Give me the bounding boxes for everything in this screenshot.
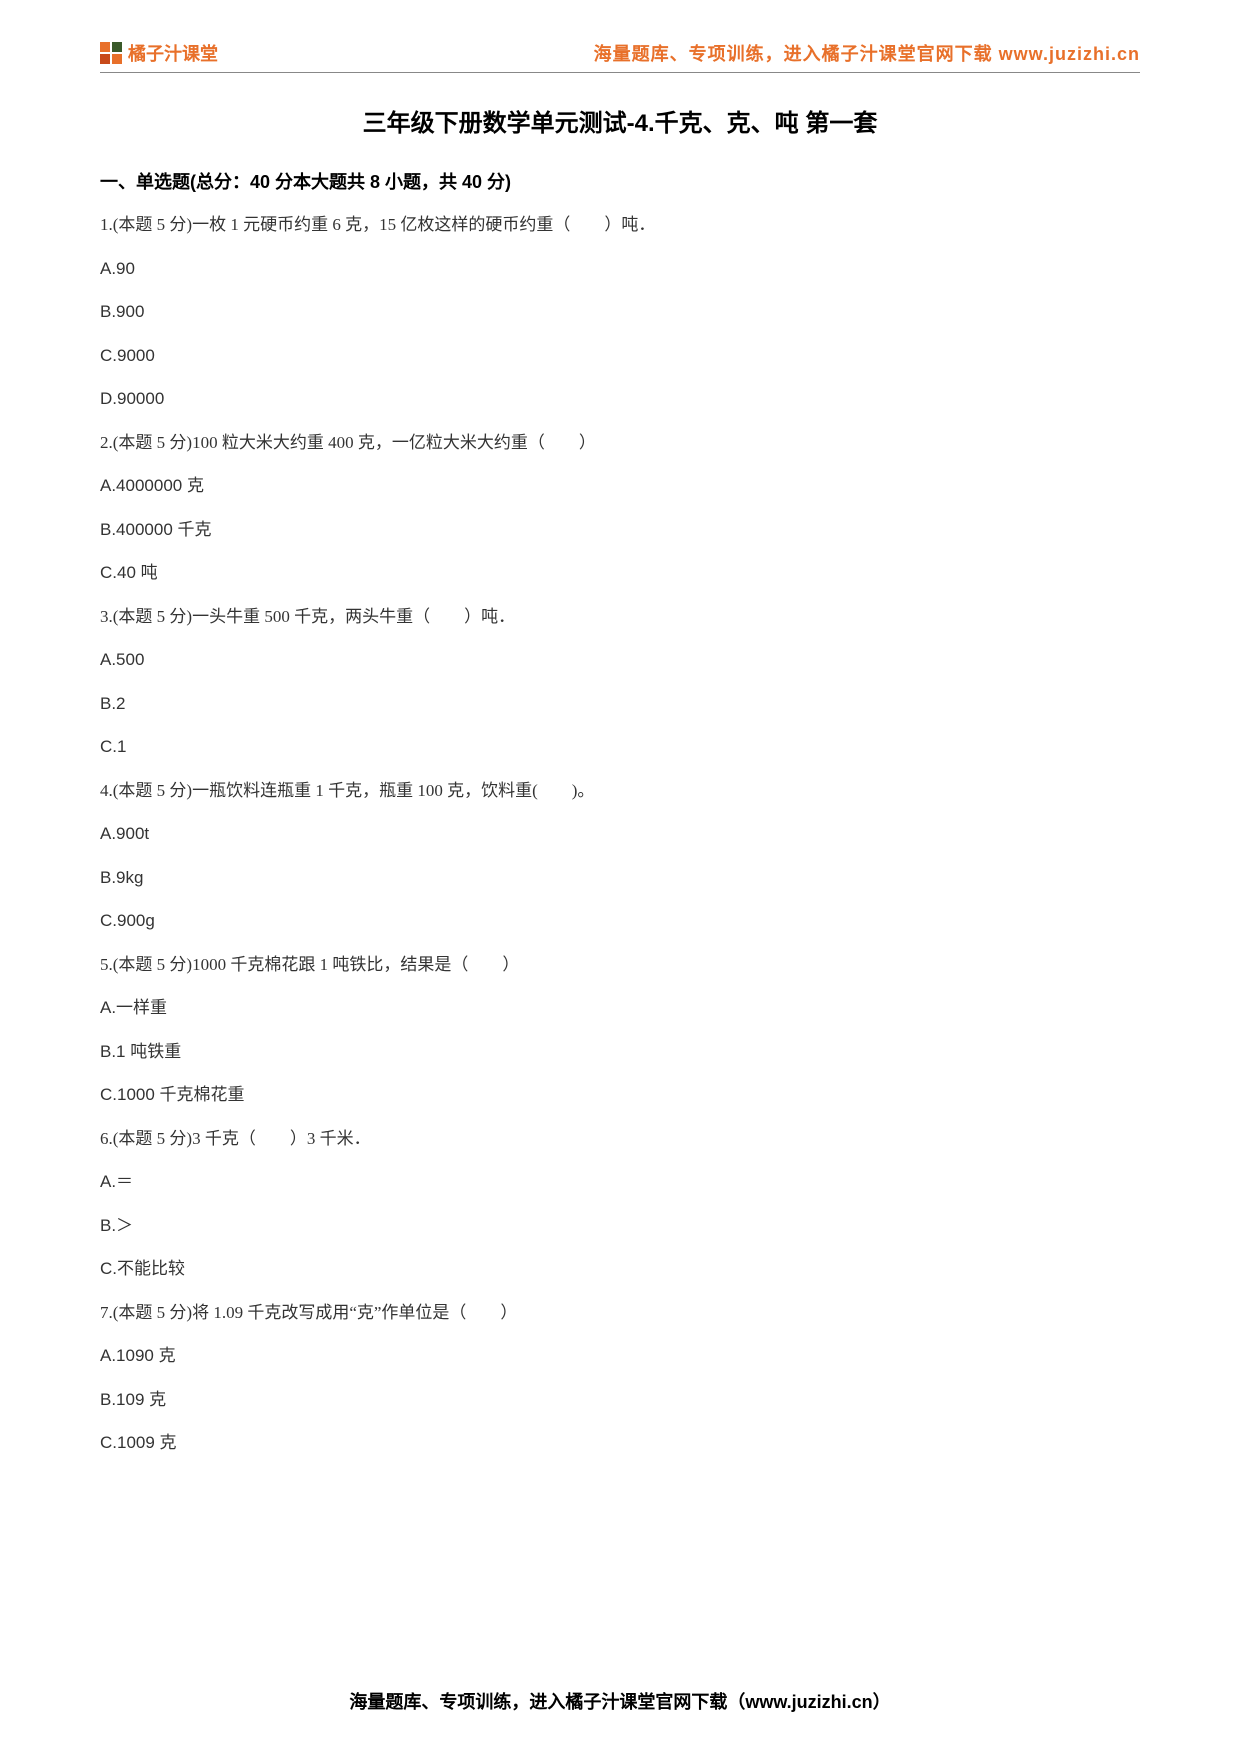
question-option: A.＝ [100, 1169, 1140, 1195]
question-option: C.不能比较 [100, 1256, 1140, 1282]
questions-container: 1.(本题 5 分)一枚 1 元硬币约重 6 克，15 亿枚这样的硬币约重（ ）… [100, 212, 1140, 1456]
question-option: C.1009 克 [100, 1430, 1140, 1456]
question-text: 6.(本题 5 分)3 千克（ ）3 千米． [100, 1126, 1140, 1152]
question-option: A.1090 克 [100, 1343, 1140, 1369]
question-option: B.400000 千克 [100, 517, 1140, 543]
logo-icon [100, 42, 122, 64]
question-option: B.2 [100, 691, 1140, 717]
question-option: C.40 吨 [100, 560, 1140, 586]
question-option: A.90 [100, 256, 1140, 282]
logo-section: 橘子汁课堂 [100, 40, 218, 66]
question-text: 3.(本题 5 分)一头牛重 500 千克，两头牛重（ ）吨． [100, 604, 1140, 630]
question-option: C.1 [100, 734, 1140, 760]
question-option: C.9000 [100, 343, 1140, 369]
question-option: D.90000 [100, 386, 1140, 412]
question-option: B.9kg [100, 865, 1140, 891]
logo-text: 橘子汁课堂 [128, 40, 218, 66]
question-text: 2.(本题 5 分)100 粒大米大约重 400 克，一亿粒大米大约重（ ） [100, 430, 1140, 456]
question-text: 1.(本题 5 分)一枚 1 元硬币约重 6 克，15 亿枚这样的硬币约重（ ）… [100, 212, 1140, 238]
question-option: A.900t [100, 821, 1140, 847]
question-option: C.1000 千克棉花重 [100, 1082, 1140, 1108]
question-option: B.109 克 [100, 1387, 1140, 1413]
question-option: B.1 吨铁重 [100, 1039, 1140, 1065]
page-footer: 海量题库、专项训练，进入橘子汁课堂官网下载（www.juzizhi.cn） [0, 1688, 1240, 1714]
question-option: B.900 [100, 299, 1140, 325]
document-title: 三年级下册数学单元测试-4.千克、克、吨 第一套 [100, 103, 1140, 138]
question-option: A.一样重 [100, 995, 1140, 1021]
question-text: 4.(本题 5 分)一瓶饮料连瓶重 1 千克，瓶重 100 克，饮料重( )。 [100, 778, 1140, 804]
section-heading: 一、单选题(总分：40 分本大题共 8 小题，共 40 分) [100, 168, 1140, 194]
question-option: B.＞ [100, 1213, 1140, 1239]
page-container: 橘子汁课堂 海量题库、专项训练，进入橘子汁课堂官网下载 www.juzizhi.… [0, 0, 1240, 1504]
question-option: A.500 [100, 647, 1140, 673]
question-text: 5.(本题 5 分)1000 千克棉花跟 1 吨铁比，结果是（ ） [100, 952, 1140, 978]
header-link-text: 海量题库、专项训练，进入橘子汁课堂官网下载 www.juzizhi.cn [594, 40, 1140, 66]
question-option: A.4000000 克 [100, 473, 1140, 499]
page-header: 橘子汁课堂 海量题库、专项训练，进入橘子汁课堂官网下载 www.juzizhi.… [100, 40, 1140, 73]
question-option: C.900g [100, 908, 1140, 934]
question-text: 7.(本题 5 分)将 1.09 千克改写成用“克”作单位是（ ） [100, 1300, 1140, 1326]
